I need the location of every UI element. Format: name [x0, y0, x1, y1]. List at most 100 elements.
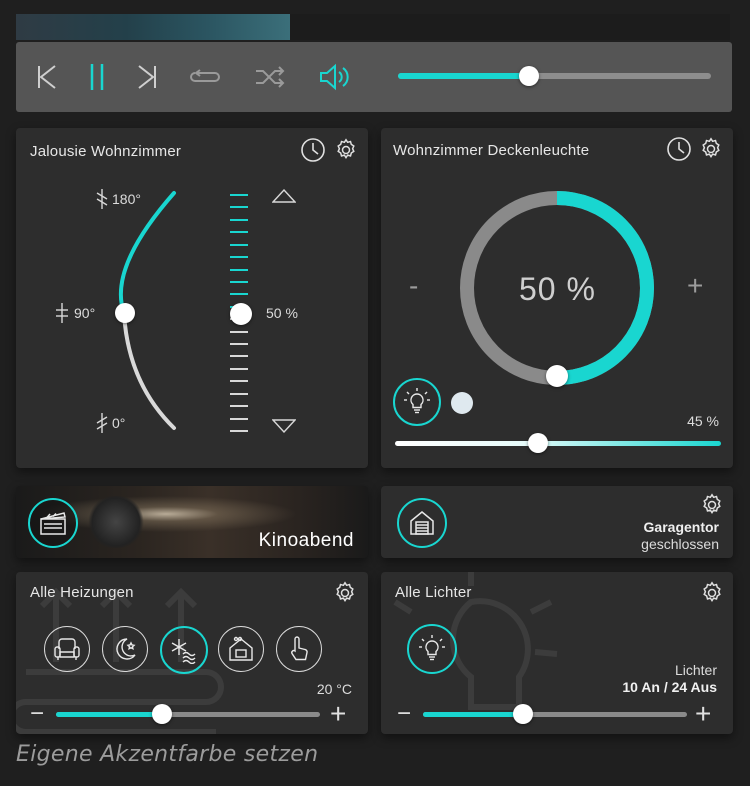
- volume-slider[interactable]: [398, 66, 711, 86]
- garage-icon: [410, 511, 434, 535]
- card-title: Wohnzimmer Deckenleuchte: [393, 142, 590, 159]
- deckenleuchte-card: Wohnzimmer Deckenleuchte 50 % - + 45 %: [381, 128, 733, 468]
- garage-status: geschlossen: [641, 536, 719, 552]
- clock-icon[interactable]: [299, 136, 327, 164]
- header-image-strip: [16, 14, 290, 40]
- ladder-tick: [230, 380, 248, 382]
- gear-icon[interactable]: [699, 580, 725, 606]
- media-player-bar: [16, 42, 732, 112]
- down-arrow-icon[interactable]: [272, 418, 296, 434]
- temperature-slider[interactable]: [56, 712, 320, 717]
- lichter-card: Alle Lichter Lichter 10 An / 24 Aus − +: [381, 572, 733, 734]
- pause-icon[interactable]: [80, 60, 114, 94]
- ladder-tick: [230, 194, 248, 196]
- ladder-tick: [230, 231, 248, 233]
- ladder-tick: [230, 269, 248, 271]
- ladder-tick: [230, 256, 248, 258]
- armchair-icon: [54, 638, 80, 660]
- garagentor-card[interactable]: Garagentor geschlossen: [381, 486, 733, 558]
- temperature-knob[interactable]: [151, 704, 172, 724]
- ladder-tick: [230, 293, 248, 295]
- scene-icon-button[interactable]: [28, 498, 78, 548]
- position-label: 50 %: [266, 305, 298, 321]
- color-swatch[interactable]: [451, 392, 473, 414]
- ladder-tick: [230, 393, 248, 395]
- ladder-tick: [230, 244, 248, 246]
- mode-frost-button[interactable]: [160, 626, 208, 674]
- caption: Eigene Akzentfarbe setzen: [16, 742, 319, 767]
- mode-comfort-button[interactable]: [44, 626, 90, 672]
- header-dark-strip: [290, 14, 730, 40]
- slat-angle-knob[interactable]: [115, 303, 135, 323]
- garage-title: Garagentor: [643, 519, 719, 535]
- angle-label: 90°: [74, 305, 96, 321]
- ladder-tick: [230, 343, 248, 345]
- lights-label: Lichter: [674, 662, 717, 678]
- ladder-tick: [230, 368, 248, 370]
- temperature-slider-fill: [56, 712, 162, 717]
- lights-summary: 10 An / 24 Aus: [622, 679, 717, 695]
- lights-slider[interactable]: [423, 712, 687, 717]
- decrease-button[interactable]: -: [409, 272, 418, 300]
- volume-slider-knob[interactable]: [519, 66, 540, 86]
- lightbulb-icon: [404, 388, 430, 414]
- card-title: Jalousie Wohnzimmer: [30, 143, 182, 160]
- jalousie-card: Jalousie Wohnzimmer 180° 90° 0° 50 %: [16, 128, 368, 468]
- garage-button[interactable]: [397, 498, 447, 548]
- heizungen-card: Alle Heizungen 20 °C − +: [16, 572, 368, 734]
- decrease-button[interactable]: −: [397, 700, 411, 728]
- gear-icon[interactable]: [332, 136, 360, 164]
- decrease-button[interactable]: −: [30, 700, 44, 728]
- hand-pointer-icon: [291, 636, 308, 661]
- clapperboard-icon: [40, 512, 66, 535]
- angle-label: 180°: [112, 191, 141, 207]
- ladder-tick: [230, 331, 248, 333]
- mode-night-button[interactable]: [102, 626, 148, 672]
- slat-angle-icon: [94, 412, 110, 434]
- all-lights-button[interactable]: [407, 624, 457, 674]
- kinoabend-scene-button[interactable]: Kinoabend: [16, 486, 368, 558]
- volume-icon[interactable]: [318, 60, 352, 94]
- snowflake-wave-icon: [171, 639, 196, 664]
- ladder-tick: [230, 355, 248, 357]
- projector-silhouette: [86, 496, 146, 548]
- brightness-slider[interactable]: [395, 441, 721, 446]
- house-people-icon: [229, 636, 253, 661]
- lightbulb-icon: [419, 635, 445, 661]
- repeat-icon[interactable]: [188, 60, 222, 94]
- dimmer-value: 50 %: [519, 271, 596, 307]
- scene-label: Kinoabend: [258, 530, 354, 551]
- clock-icon[interactable]: [665, 135, 693, 163]
- volume-slider-fill: [398, 73, 530, 79]
- up-arrow-icon[interactable]: [272, 188, 296, 204]
- mode-away-button[interactable]: [218, 626, 264, 672]
- ladder-tick: [230, 219, 248, 221]
- previous-icon[interactable]: [30, 60, 64, 94]
- increase-button[interactable]: +: [687, 272, 703, 300]
- slat-angle-icon: [94, 188, 110, 210]
- position-knob[interactable]: [230, 303, 252, 325]
- ladder-tick: [230, 206, 248, 208]
- shuffle-icon[interactable]: [253, 60, 287, 94]
- increase-button[interactable]: +: [330, 698, 346, 730]
- gear-icon[interactable]: [699, 492, 725, 518]
- brightness-knob[interactable]: [528, 433, 549, 453]
- moon-icon: [116, 638, 136, 660]
- ladder-tick: [230, 281, 248, 283]
- gear-icon[interactable]: [697, 135, 725, 163]
- card-title: Alle Lichter: [395, 584, 472, 601]
- increase-button[interactable]: +: [695, 698, 711, 730]
- brightness-label: 45 %: [687, 413, 719, 429]
- temperature-value: 20 °C: [316, 681, 352, 697]
- lights-slider-fill: [423, 712, 524, 717]
- ladder-tick: [230, 418, 248, 420]
- next-icon[interactable]: [130, 60, 164, 94]
- slat-angle-icon: [54, 302, 70, 324]
- ladder-tick: [230, 405, 248, 407]
- dimmer-knob[interactable]: [546, 365, 568, 387]
- light-toggle-button[interactable]: [393, 378, 441, 426]
- gear-icon[interactable]: [332, 580, 358, 606]
- mode-manual-button[interactable]: [276, 626, 322, 672]
- angle-label: 0°: [112, 415, 126, 431]
- card-title: Alle Heizungen: [30, 584, 134, 601]
